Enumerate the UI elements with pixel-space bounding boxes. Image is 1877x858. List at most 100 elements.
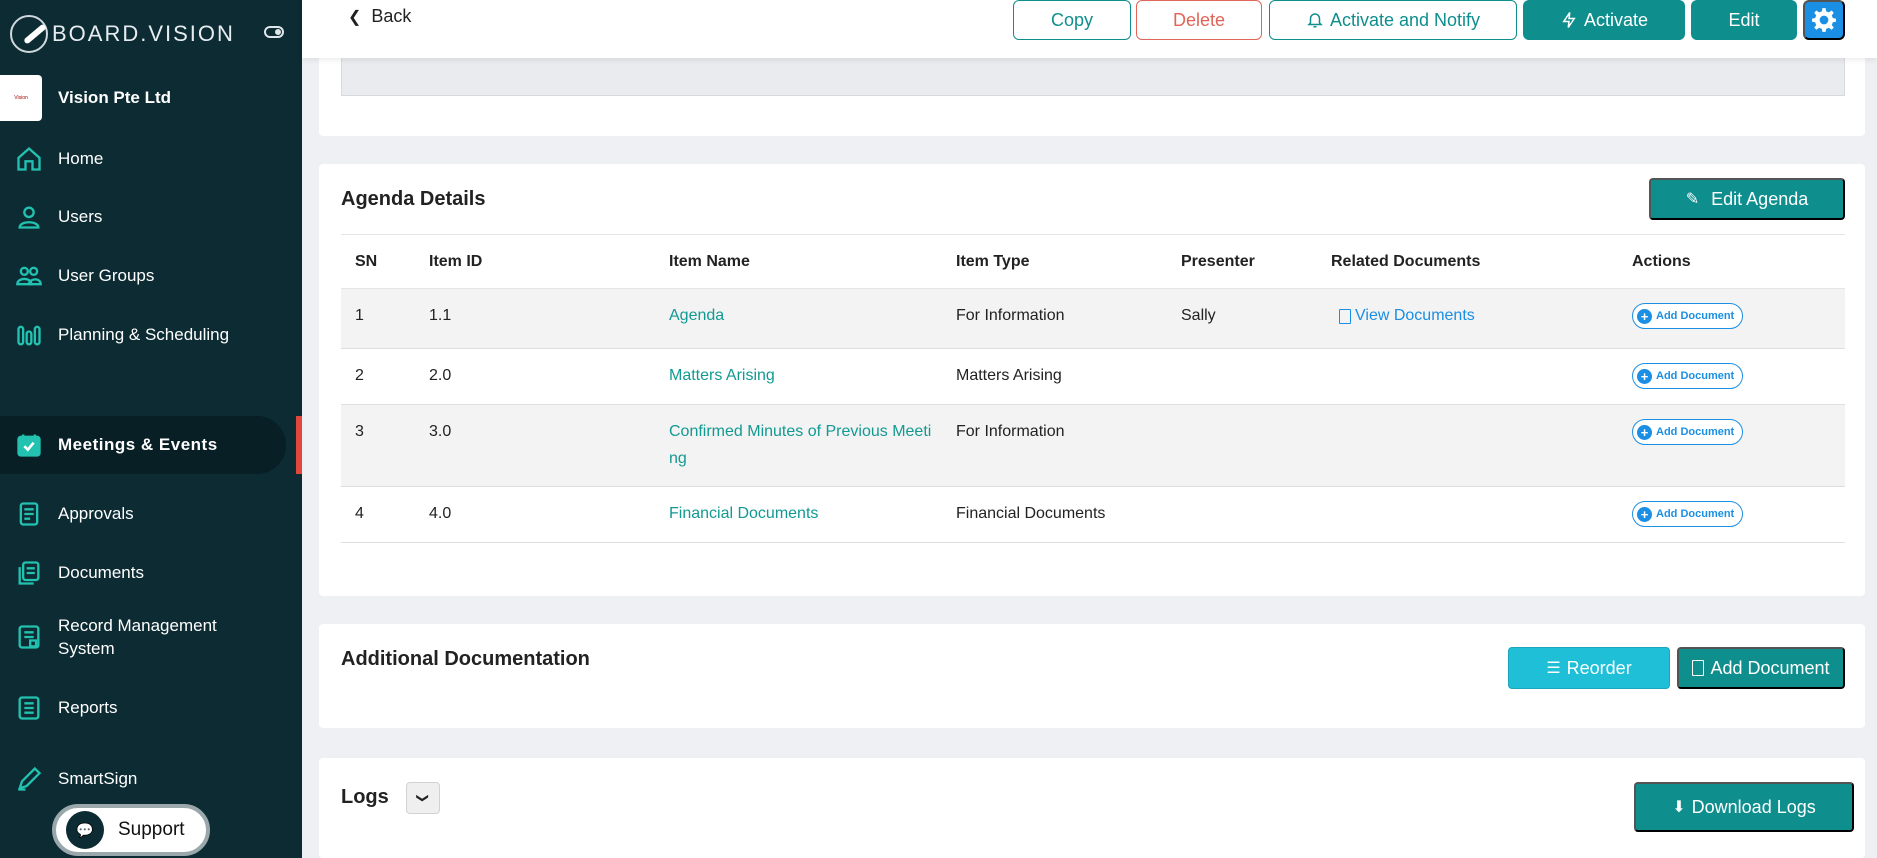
chevron-down-icon: ❯ bbox=[416, 792, 430, 804]
documents-icon bbox=[14, 558, 44, 588]
calendar-check-icon bbox=[14, 430, 44, 460]
item-name-link[interactable]: Matters Arising bbox=[669, 362, 942, 389]
active-nav-marker bbox=[296, 416, 302, 474]
activate-notify-label: Activate and Notify bbox=[1329, 9, 1481, 30]
sidebar-item-documents[interactable]: Documents bbox=[0, 544, 286, 602]
sidebar-item-label: Record Management System bbox=[58, 616, 217, 658]
add-additional-document-button[interactable]: Add Document bbox=[1677, 647, 1845, 689]
cell-actions: + Add Document bbox=[1618, 404, 1845, 487]
pencil-icon: ✎ bbox=[1685, 191, 1700, 208]
gear-icon bbox=[1812, 8, 1836, 32]
file-icon bbox=[1692, 660, 1705, 676]
agenda-title: Agenda Details bbox=[341, 188, 486, 210]
add-document-label: Add Document bbox=[1656, 310, 1735, 322]
record-icon bbox=[14, 622, 44, 652]
sidebar-toggle-icon[interactable] bbox=[264, 26, 284, 38]
cell-item-type: Financial Documents bbox=[942, 486, 1167, 543]
sidebar-item-approvals[interactable]: Approvals bbox=[0, 485, 286, 543]
table-row: 4 4.0 Financial Documents Financial Docu… bbox=[341, 486, 1845, 543]
add-document-label: Add Document bbox=[1656, 508, 1735, 520]
delete-button[interactable]: Delete bbox=[1136, 0, 1262, 40]
bolt-icon bbox=[1562, 12, 1576, 28]
sidebar-item-users[interactable]: Users bbox=[0, 188, 286, 246]
item-name-link[interactable]: Confirmed Minutes of Previous Meeti ng bbox=[669, 418, 932, 472]
brand[interactable]: BOARD.VISION bbox=[10, 14, 235, 54]
bars-icon bbox=[14, 320, 44, 350]
cell-sn: 2 bbox=[341, 348, 415, 405]
sidebar-item-home[interactable]: Home bbox=[0, 130, 286, 188]
col-item-id: Item ID bbox=[415, 234, 655, 289]
reorder-button[interactable]: ☰ Reorder bbox=[1508, 647, 1670, 689]
view-documents-label: View Documents bbox=[1355, 307, 1475, 324]
item-name-link[interactable]: Financial Documents bbox=[669, 500, 942, 527]
settings-button[interactable] bbox=[1803, 0, 1845, 40]
add-document-button[interactable]: + Add Document bbox=[1632, 419, 1744, 445]
sidebar-item-label: Planning & Scheduling bbox=[58, 325, 230, 344]
cell-item-type: Matters Arising bbox=[942, 348, 1167, 405]
sidebar-item-reports[interactable]: Reports bbox=[0, 679, 286, 737]
table-header-row: SN Item ID Item Name Item Type Presenter… bbox=[341, 234, 1845, 289]
download-logs-button[interactable]: ⬇ Download Logs bbox=[1634, 782, 1854, 832]
logs-title: Logs bbox=[341, 786, 389, 808]
sidebar-item-meetings[interactable]: Meetings & Events bbox=[0, 416, 286, 474]
table-row: 3 3.0 Confirmed Minutes of Previous Meet… bbox=[341, 404, 1845, 487]
logs-panel: Logs ❯ ⬇ Download Logs bbox=[319, 758, 1865, 858]
activate-notify-button[interactable]: Activate and Notify bbox=[1269, 0, 1517, 40]
reorder-label: Reorder bbox=[1566, 657, 1632, 678]
user-group-icon bbox=[14, 261, 44, 291]
cell-presenter: Sally bbox=[1167, 288, 1317, 349]
cell-sn: 3 bbox=[341, 404, 415, 487]
activate-button[interactable]: Activate bbox=[1523, 0, 1685, 40]
chevron-left-icon: ❮ bbox=[348, 8, 362, 26]
add-document-label: Add Document bbox=[1656, 370, 1735, 382]
agenda-panel: Agenda Details ✎ Edit Agenda SN Item ID … bbox=[319, 164, 1865, 596]
cell-item-id: 2.0 bbox=[415, 348, 655, 405]
edit-agenda-button[interactable]: ✎ Edit Agenda bbox=[1649, 178, 1845, 220]
table-row: 1 1.1 Agenda For Information Sally View … bbox=[341, 288, 1845, 349]
sidebar-item-record-management[interactable]: Record Management System bbox=[0, 602, 286, 672]
reports-icon bbox=[14, 693, 44, 723]
cell-actions: + Add Document bbox=[1618, 348, 1845, 405]
add-document-button[interactable]: + Add Document bbox=[1632, 501, 1744, 527]
cell-actions: + Add Document bbox=[1618, 486, 1845, 543]
sidebar-item-user-groups[interactable]: User Groups bbox=[0, 247, 286, 305]
cell-item-type: For Information bbox=[942, 404, 1167, 487]
cell-sn: 4 bbox=[341, 486, 415, 543]
back-link[interactable]: ❮ Back bbox=[348, 6, 411, 27]
sidebar-item-planning[interactable]: Planning & Scheduling bbox=[0, 306, 286, 364]
sidebar: BOARD.VISION Vision Vision Pte Ltd Home … bbox=[0, 0, 302, 858]
sidebar-item-smartsign[interactable]: SmartSign bbox=[0, 750, 286, 808]
cell-item-name: Confirmed Minutes of Previous Meeti ng bbox=[655, 404, 942, 487]
cell-related-docs bbox=[1317, 404, 1618, 487]
logs-toggle-button[interactable]: ❯ bbox=[406, 782, 440, 814]
plus-circle-icon: + bbox=[1637, 424, 1652, 440]
sidebar-item-label: Users bbox=[58, 207, 103, 226]
support-button[interactable]: 💬 Support bbox=[52, 804, 210, 856]
topbar: ❮ Back Copy Delete Activate and Notify A… bbox=[302, 0, 1877, 58]
org-switcher[interactable]: Vision Vision Pte Ltd bbox=[0, 75, 171, 121]
chat-icon: 💬 bbox=[66, 811, 104, 849]
user-icon bbox=[14, 202, 44, 232]
file-icon bbox=[1339, 308, 1351, 324]
col-presenter: Presenter bbox=[1167, 234, 1317, 289]
home-icon bbox=[14, 144, 44, 174]
edit-button[interactable]: Edit bbox=[1691, 0, 1797, 40]
add-document-label: Add Document bbox=[1710, 657, 1830, 678]
cell-sn: 1 bbox=[341, 288, 415, 349]
copy-button[interactable]: Copy bbox=[1013, 0, 1131, 40]
sidebar-item-label: Documents bbox=[58, 563, 144, 582]
table-row: 2 2.0 Matters Arising Matters Arising + A… bbox=[341, 348, 1845, 405]
cell-related-docs bbox=[1317, 348, 1618, 405]
item-name-link[interactable]: Agenda bbox=[669, 302, 942, 329]
view-documents-link[interactable]: View Documents bbox=[1339, 307, 1475, 325]
add-document-button[interactable]: + Add Document bbox=[1632, 363, 1744, 389]
add-document-button[interactable]: + Add Document bbox=[1632, 303, 1744, 329]
sidebar-item-label: SmartSign bbox=[58, 769, 138, 788]
additional-docs-panel: Additional Documentation ☰ Reorder Add D… bbox=[319, 624, 1865, 728]
cell-presenter bbox=[1167, 404, 1317, 487]
col-sn: SN bbox=[341, 234, 415, 289]
bell-icon bbox=[1307, 13, 1323, 28]
cell-actions: + Add Document bbox=[1618, 288, 1845, 349]
org-name: Vision Pte Ltd bbox=[58, 88, 172, 107]
cell-related-docs bbox=[1317, 486, 1618, 543]
